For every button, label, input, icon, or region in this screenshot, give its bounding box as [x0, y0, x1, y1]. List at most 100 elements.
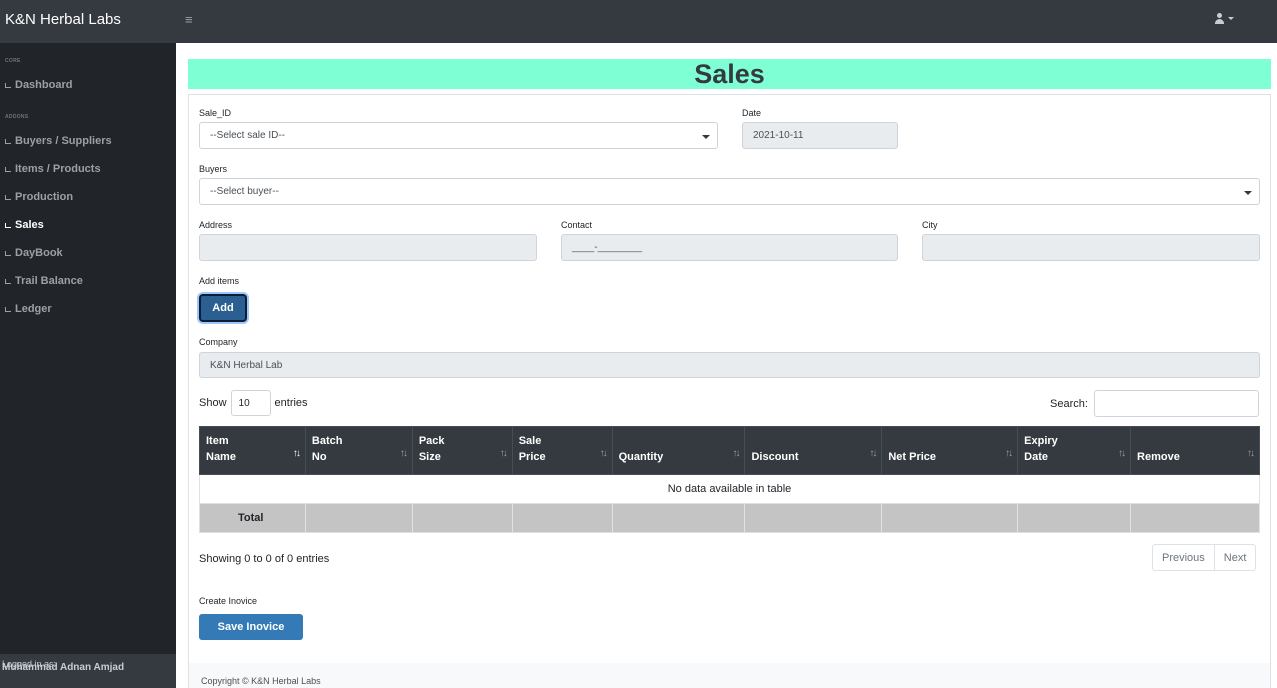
contact-value: ____-________	[572, 242, 643, 253]
column-header-discount[interactable]: Discount ↑↓	[744, 426, 883, 475]
sort-icon: ↑↓	[292, 448, 301, 459]
user-icon	[1214, 13, 1225, 24]
column-header-pack-size[interactable]: Pack Size ↑↓	[411, 426, 513, 475]
table-info: Showing 0 to 0 of 0 entries	[199, 553, 330, 565]
table-icon	[5, 278, 11, 284]
save-invoice-button[interactable]: Save Inovice	[199, 614, 303, 640]
sidebar-item-buyers-suppliers[interactable]: Buyers / Suppliers	[5, 135, 112, 147]
empty-table-message: No data available in table	[199, 474, 1260, 504]
total-row: Total	[199, 503, 1260, 533]
add-items-label: Add items	[199, 276, 240, 286]
buyers-select[interactable]: --Select buyer--	[199, 178, 1260, 205]
caret-down-icon	[1228, 17, 1234, 20]
column-header-remove[interactable]: Remove ↑↓	[1130, 426, 1260, 475]
sidebar-item-label: Trail Balance	[15, 275, 83, 287]
sale-id-label: Sale_ID	[199, 108, 232, 118]
address-label: Address	[199, 220, 233, 230]
column-header-quantity[interactable]: Quantity ↑↓	[611, 426, 746, 475]
company-label: Company	[199, 337, 238, 347]
dashboard-icon	[5, 82, 11, 88]
sort-icon: ↑↓	[1247, 448, 1255, 459]
create-invoice-label: Create Inovice	[199, 596, 258, 606]
date-field[interactable]: 2021-10-11	[742, 122, 898, 149]
brand-title[interactable]: K&N Herbal Labs	[5, 11, 121, 28]
top-navbar: K&N Herbal Labs ≡	[0, 0, 1277, 43]
sale-id-select[interactable]: --Select sale ID--	[199, 122, 718, 149]
pagination: Previous Next	[1152, 544, 1257, 571]
date-value: 2021-10-11	[753, 130, 804, 141]
total-cell	[881, 503, 1019, 533]
date-label: Date	[742, 108, 762, 118]
add-item-button[interactable]: Add	[199, 294, 247, 322]
previous-page-button[interactable]: Previous	[1153, 545, 1214, 570]
sidebar-heading-addons: ADDONS	[5, 114, 29, 120]
chevron-down-icon	[1244, 191, 1252, 195]
next-page-button[interactable]: Next	[1213, 545, 1256, 570]
column-header-net-price[interactable]: Net Price ↑↓	[881, 426, 1019, 475]
address-field[interactable]	[199, 234, 537, 261]
sidebar-item-label: Dashboard	[15, 79, 73, 91]
sidebar: CORE Dashboard ADDONS Buyers / Suppliers…	[0, 43, 176, 688]
chart-icon	[5, 194, 11, 200]
total-cell	[744, 503, 883, 533]
chart-icon	[5, 222, 11, 228]
buyers-label: Buyers	[199, 164, 228, 174]
page-length-select[interactable]: 10	[230, 390, 271, 416]
table-icon	[5, 306, 11, 312]
company-value: K&N Herbal Lab	[210, 359, 283, 371]
sidebar-item-label: Sales	[15, 219, 44, 231]
total-cell	[411, 503, 513, 533]
page-footer: Copyright © K&N Herbal Labs	[189, 663, 1270, 688]
total-cell	[304, 503, 413, 533]
company-field[interactable]: K&N Herbal Lab	[199, 352, 1260, 378]
user-dropdown[interactable]	[1214, 13, 1234, 24]
sidebar-footer: Logged in as: Muhammad Adnan Amjad	[0, 654, 176, 688]
total-cell	[511, 503, 613, 533]
sidebar-item-daybook[interactable]: DayBook	[5, 247, 63, 259]
sort-icon: ↑↓	[499, 448, 508, 459]
chart-icon	[5, 138, 11, 144]
sidebar-item-label: Items / Products	[15, 163, 101, 175]
table-search: Search:	[1050, 390, 1259, 417]
menu-toggle-icon[interactable]: ≡	[185, 12, 193, 27]
copyright-text: Copyright © K&N Herbal Labs	[201, 676, 321, 686]
column-header-sale-price[interactable]: Sale Price ↑↓	[511, 426, 613, 475]
buyers-value: --Select buyer--	[210, 186, 279, 197]
sidebar-heading-core: CORE	[5, 58, 21, 64]
total-cell	[1130, 503, 1260, 533]
column-header-item-name[interactable]: Item Name ↑↓	[199, 426, 306, 475]
sidebar-item-label: DayBook	[15, 247, 63, 259]
sidebar-item-ledger[interactable]: Ledger	[5, 303, 52, 315]
page-title: Sales	[188, 59, 1271, 89]
sidebar-item-production[interactable]: Production	[5, 191, 73, 203]
column-header-batch-no[interactable]: Batch No ↑↓	[304, 426, 413, 475]
sidebar-item-label: Ledger	[15, 303, 52, 315]
chevron-down-icon	[702, 135, 710, 139]
sidebar-item-dashboard[interactable]: Dashboard	[5, 79, 72, 91]
sort-icon: ↑↓	[869, 448, 877, 459]
search-input[interactable]	[1093, 390, 1259, 417]
sidebar-item-label: Production	[15, 191, 74, 203]
sort-icon: ↑↓	[1118, 448, 1126, 459]
sort-icon: ↑↓	[1005, 448, 1013, 459]
sidebar-item-trail-balance[interactable]: Trail Balance	[5, 275, 83, 287]
sidebar-item-sales[interactable]: Sales	[5, 219, 44, 231]
sales-items-table: Item Name ↑↓ Batch No ↑↓ Pack Size ↑↓ Sale Pric…	[199, 426, 1260, 533]
sale-id-value: --Select sale ID--	[210, 130, 286, 141]
chart-icon	[5, 250, 11, 256]
total-label: Total	[199, 503, 306, 533]
sort-icon: ↑↓	[599, 448, 608, 459]
search-label: Search:	[1050, 397, 1088, 410]
city-field[interactable]	[922, 234, 1260, 261]
sidebar-item-label: Buyers / Suppliers	[15, 135, 112, 147]
show-entries: Show 10 entries	[199, 390, 308, 416]
sort-icon: ↑↓	[732, 448, 740, 459]
column-header-expiry-date[interactable]: Expiry Date ↑↓	[1017, 426, 1132, 475]
table-row: No data available in table	[199, 474, 1260, 504]
chart-icon	[5, 166, 11, 172]
show-label: Show	[199, 397, 227, 409]
logged-in-label: Logged in as:	[2, 659, 57, 669]
total-cell	[1017, 503, 1132, 533]
sidebar-item-items-products[interactable]: Items / Products	[5, 163, 101, 175]
contact-field[interactable]: ____-________	[561, 234, 898, 261]
